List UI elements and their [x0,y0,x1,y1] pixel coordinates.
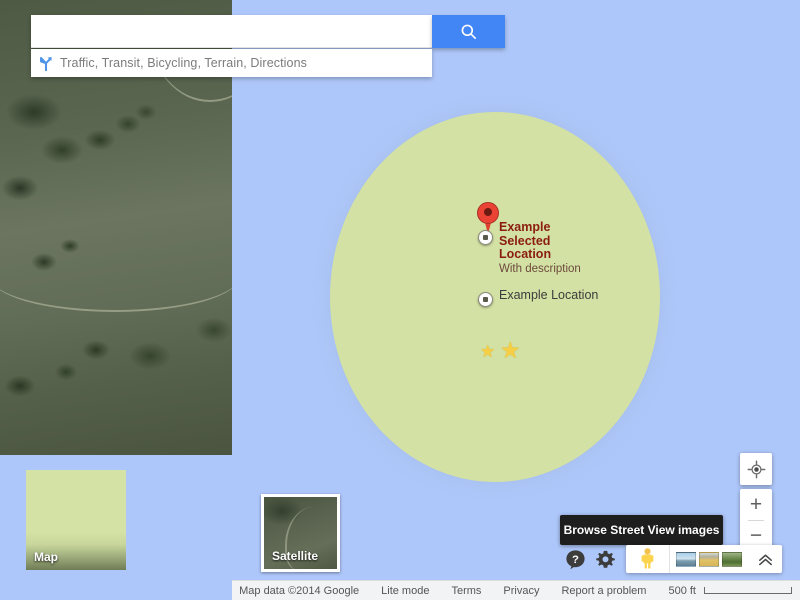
map-thumbnail-label: Map [34,550,58,564]
map-action-row: ? [560,545,782,573]
footer-link-terms[interactable]: Terms [451,585,481,597]
star-icon-small[interactable]: ★ [480,343,495,360]
scale-bar [704,587,792,594]
footer-link-privacy[interactable]: Privacy [503,585,539,597]
zoom-in-button[interactable]: + [740,489,772,520]
search-bar: Traffic, Transit, Bicycling, Terrain, Di… [31,15,505,77]
footer-link-lite-mode[interactable]: Lite mode [381,585,429,597]
satellite-thumbnail-label: Satellite [272,549,319,563]
search-icon [461,24,476,39]
help-button[interactable]: ? [560,545,590,573]
maps-app-window: Traffic, Transit, Bicycling, Terrain, Di… [0,0,800,600]
locate-me-button[interactable] [740,453,772,485]
street-view-thumbnails [670,551,748,567]
street-view-thumb-desert[interactable] [699,551,719,567]
street-view-thumb-coast[interactable] [676,551,696,567]
search-suggestion-label: Traffic, Transit, Bicycling, Terrain, Di… [60,56,308,70]
search-suggestion-row[interactable]: Traffic, Transit, Bicycling, Terrain, Di… [31,49,432,77]
scale-label: 500 ft [668,584,696,597]
search-input[interactable] [31,15,432,47]
zoom-controls: + − [740,489,772,551]
selected-location-description: With description [499,262,581,275]
street-view-tooltip: Browse Street View images [560,515,723,551]
svg-text:?: ? [572,554,579,566]
selected-location-title: Example Selected Location [499,220,552,261]
selected-location-dot-icon[interactable] [478,230,493,245]
map-thumbnail[interactable]: Map [26,470,126,570]
pegman-icon [641,548,654,569]
street-view-thumb-forest[interactable] [722,551,742,567]
pin-head [477,202,499,224]
street-view-bar [626,545,782,573]
directions-icon [40,56,52,71]
satellite-thumbnail[interactable]: Satellite [261,494,340,572]
expand-street-view-button[interactable] [748,545,782,573]
example-location-dot-icon[interactable] [478,292,493,307]
pegman-button[interactable] [626,545,670,573]
zoom-divider [748,520,764,521]
footer-left-spacer [0,580,232,600]
search-box[interactable] [31,15,432,48]
gear-icon [595,550,615,568]
help-icon: ? [565,549,585,569]
locate-me-icon [747,460,765,478]
satellite-road-path [0,240,232,312]
star-icon-large[interactable]: ★ [500,339,521,362]
chevron-up-icon [758,553,772,565]
land-area-circle [330,112,660,482]
selected-location-label: Example Selected Location With descripti… [499,220,604,276]
footer-link-report-a-problem[interactable]: Report a problem [561,585,646,597]
search-button[interactable] [432,15,505,48]
example-location-label: Example Location [499,288,599,302]
attribution-text: Map data ©2014 Google [239,584,360,597]
settings-button[interactable] [590,545,620,573]
